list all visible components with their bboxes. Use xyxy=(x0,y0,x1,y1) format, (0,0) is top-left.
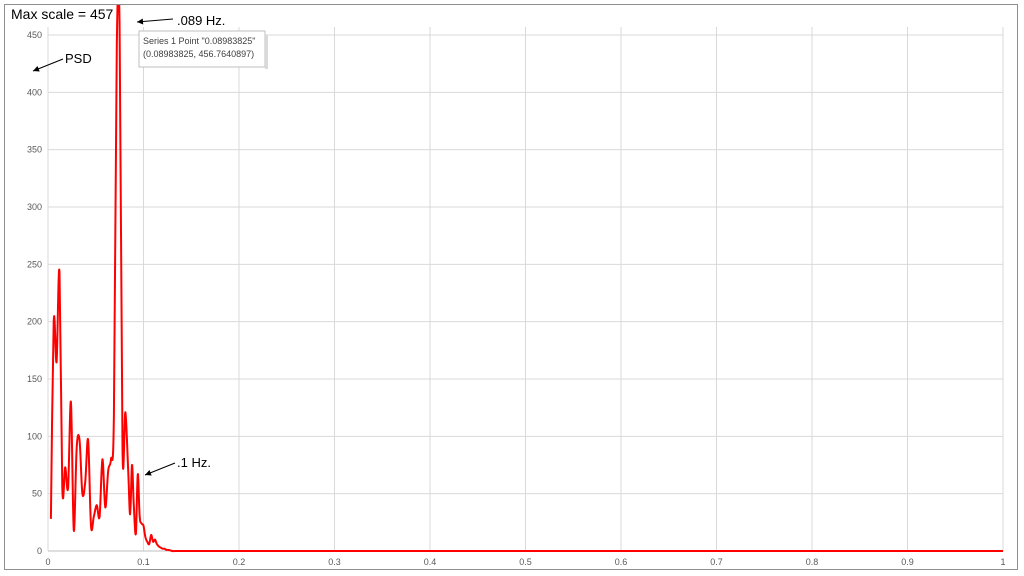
axis-ticks: 0 50 100 150 200 250 300 350 400 450 0 0.1 0.2 0.3 0.4… xyxy=(27,30,1006,567)
max-scale-label: Max scale = 457 xyxy=(11,6,114,22)
x-tick-label: 0.2 xyxy=(233,557,246,567)
tooltip-line-2: (0.08983825, 456.7640897) xyxy=(143,49,254,59)
x-tick-label: 0.6 xyxy=(615,557,628,567)
second-peak-label: .1 Hz. xyxy=(177,455,211,470)
y-tick-label: 0 xyxy=(37,546,42,556)
y-tick-label: 150 xyxy=(27,374,42,384)
data-point-tooltip: Series 1 Point "0.08983825" (0.08983825,… xyxy=(138,30,268,69)
y-tick-label: 350 xyxy=(27,145,42,155)
x-tick-label: 0.1 xyxy=(137,557,150,567)
peak-frequency-label: .089 Hz. xyxy=(177,13,225,28)
x-tick-label: 0 xyxy=(45,557,50,567)
tooltip-line-1: Series 1 Point "0.08983825" xyxy=(143,36,255,46)
x-tick-label: 0.3 xyxy=(328,557,341,567)
tooltip-shadow xyxy=(265,35,268,69)
x-tick-label: 1 xyxy=(1000,557,1005,567)
x-tick-label: 0.4 xyxy=(424,557,437,567)
x-tick-label: 0.7 xyxy=(710,557,723,567)
psd-label: PSD xyxy=(65,51,92,66)
x-tick-label: 0.5 xyxy=(519,557,532,567)
y-tick-label: 300 xyxy=(27,202,42,212)
y-tick-label: 50 xyxy=(32,489,42,499)
x-tick-label: 0.9 xyxy=(901,557,914,567)
grid xyxy=(47,27,1004,552)
x-tick-label: 0.8 xyxy=(806,557,819,567)
y-tick-label: 450 xyxy=(27,30,42,40)
annotations: Max scale = 457 .089 Hz. PSD .1 Hz. xyxy=(11,6,225,476)
y-tick-label: 400 xyxy=(27,87,42,97)
psd-line-chart: 0 50 100 150 200 250 300 350 400 450 0 0.1 0.2 0.3 0.4… xyxy=(11,5,1006,567)
y-tick-label: 100 xyxy=(27,431,42,441)
y-tick-label: 250 xyxy=(27,259,42,269)
chart-frame: 0 50 100 150 200 250 300 350 400 450 0 0.1 0.2 0.3 0.4… xyxy=(4,4,1018,570)
y-tick-label: 200 xyxy=(27,317,42,327)
peak-arrow-head xyxy=(137,18,144,25)
